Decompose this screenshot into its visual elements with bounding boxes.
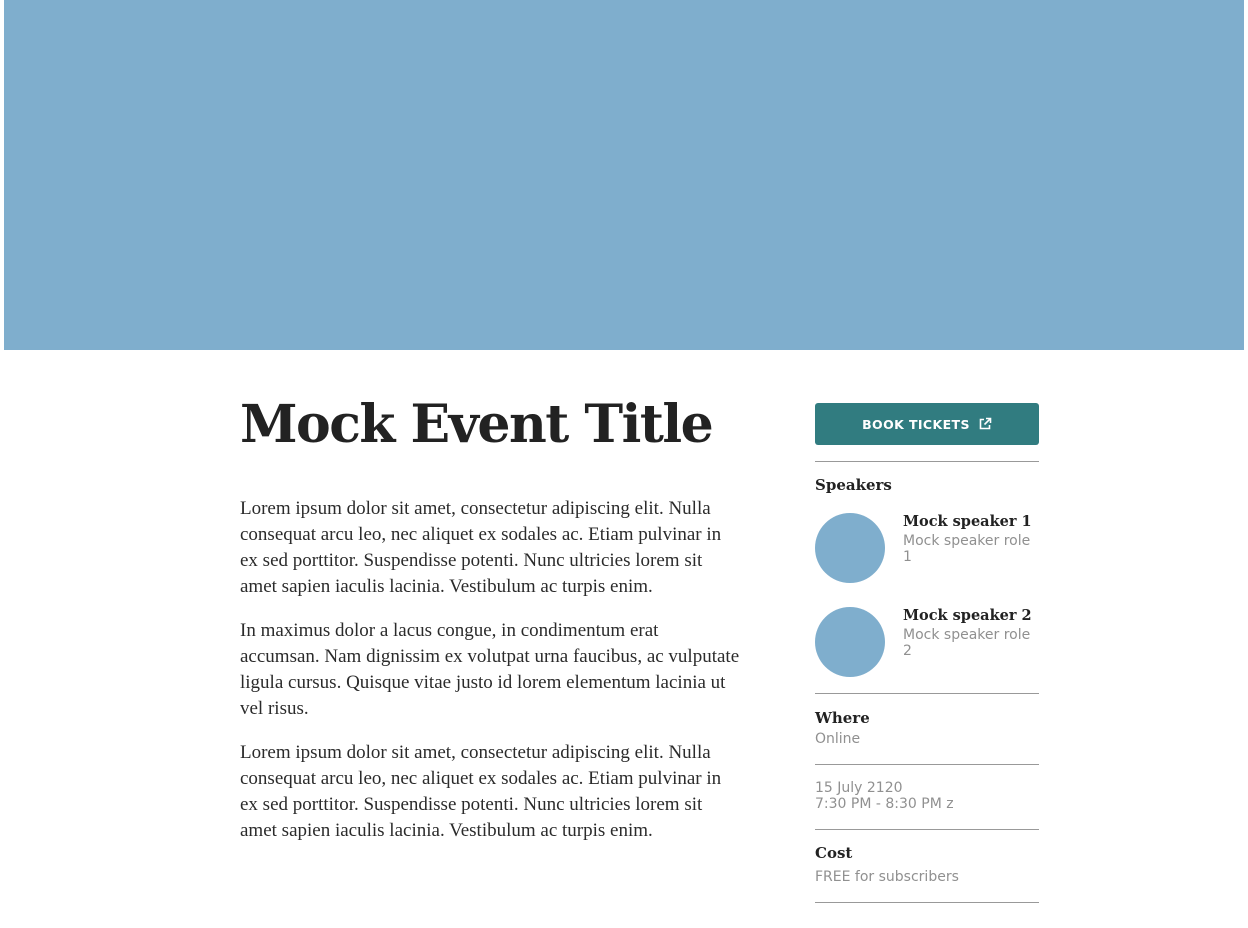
avatar — [815, 513, 885, 583]
event-sidebar: BOOK TICKETS Speakers Mock speaker 1 Moc… — [815, 403, 1039, 903]
event-main-content: Mock Event Title Lorem ipsum dolor sit a… — [240, 390, 740, 862]
divider — [815, 764, 1039, 765]
event-description-paragraph: In maximus dolor a lacus congue, in cond… — [240, 620, 740, 719]
speaker-item: Mock speaker 2 Mock speaker role 2 — [815, 607, 1039, 677]
speakers-heading: Speakers — [815, 476, 892, 494]
speaker-name: Mock speaker 1 — [903, 513, 1032, 530]
hero-banner — [4, 0, 1244, 350]
event-time: 7:30 PM - 8:30 PM z — [815, 796, 954, 812]
external-link-icon — [978, 417, 992, 431]
divider — [815, 829, 1039, 830]
cost-section: Cost FREE for subscribers — [815, 843, 1039, 885]
speakers-section: Speakers Mock speaker 1 Mock speaker rol… — [815, 475, 1039, 677]
speaker-name: Mock speaker 2 — [903, 607, 1032, 624]
divider — [815, 693, 1039, 694]
speaker-role: Mock speaker role 1 — [903, 533, 1031, 565]
divider — [815, 461, 1039, 462]
speaker-role: Mock speaker role 2 — [903, 627, 1031, 659]
cost-heading: Cost — [815, 844, 853, 862]
book-tickets-label: BOOK TICKETS — [862, 416, 970, 432]
event-description-paragraph: Lorem ipsum dolor sit amet, consectetur … — [240, 498, 722, 597]
cost-value: FREE for subscribers — [815, 869, 959, 885]
speaker-item: Mock speaker 1 Mock speaker role 1 — [815, 513, 1039, 583]
where-heading: Where — [815, 709, 870, 727]
event-date: 15 July 2120 — [815, 780, 903, 796]
where-section: Where Online — [815, 708, 1039, 747]
where-value: Online — [815, 731, 861, 747]
book-tickets-button[interactable]: BOOK TICKETS — [815, 403, 1039, 445]
page-title: Mock Event Title — [240, 394, 714, 455]
avatar — [815, 607, 885, 677]
event-description-paragraph: Lorem ipsum dolor sit amet, consectetur … — [240, 742, 722, 841]
divider — [815, 902, 1039, 903]
when-section: 15 July 2120 7:30 PM - 8:30 PM z — [815, 780, 1039, 812]
